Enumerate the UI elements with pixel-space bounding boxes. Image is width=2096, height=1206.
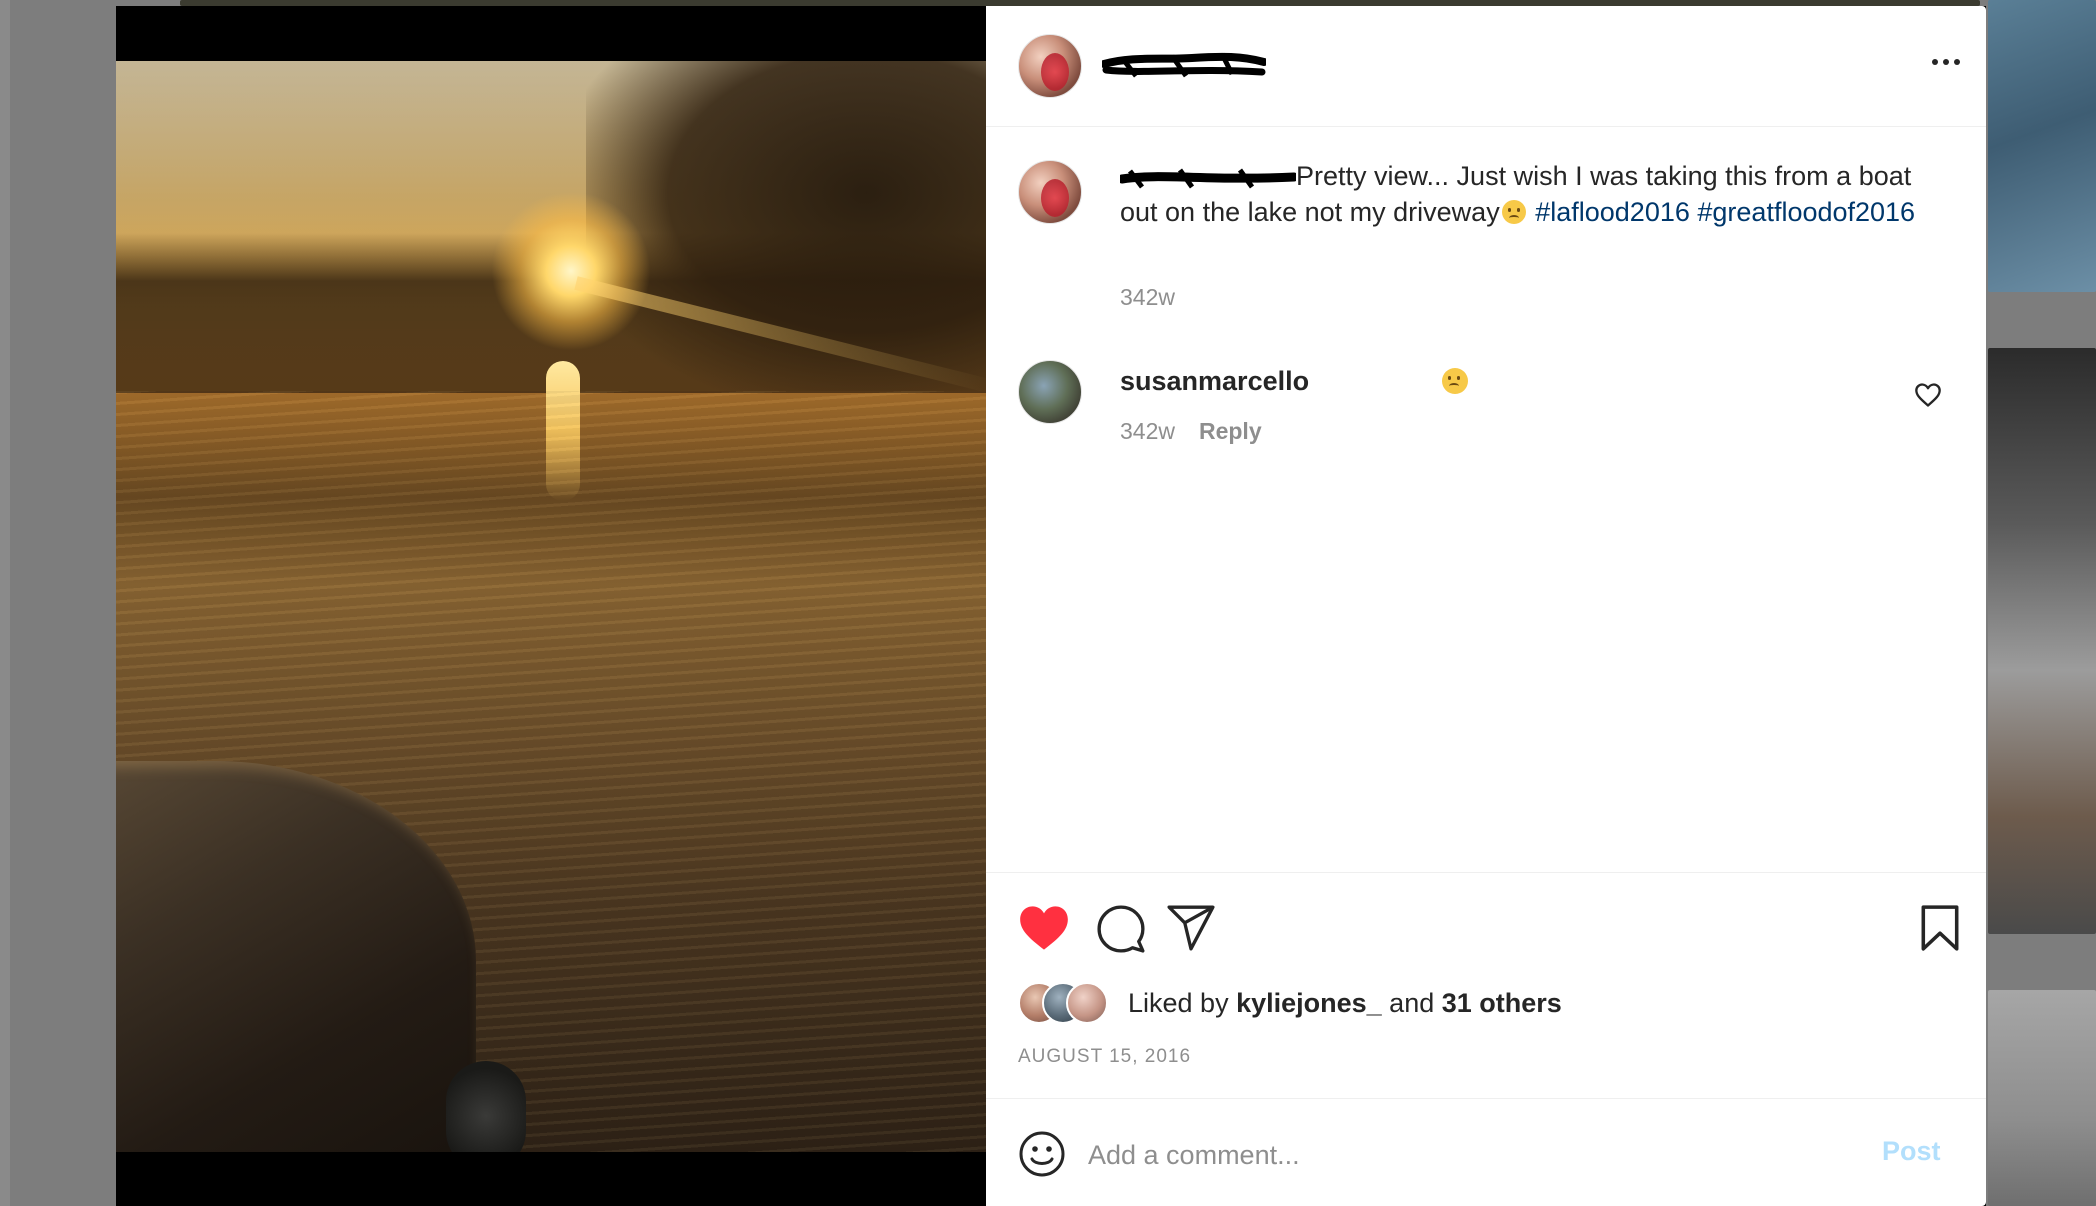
- comment-input[interactable]: [1086, 1126, 1850, 1184]
- caption-owner-avatar[interactable]: [1018, 160, 1082, 224]
- paper-plane-icon[interactable]: [1166, 904, 1216, 952]
- background-feed-tile[interactable]: [1988, 0, 2096, 292]
- post-media: [116, 6, 986, 1206]
- post-date[interactable]: AUGUST 15, 2016: [1018, 1046, 1191, 1068]
- photo-truck-mirror: [446, 1061, 526, 1152]
- hashtag-greatfloodof2016[interactable]: #greatfloodof2016: [1697, 197, 1915, 227]
- likes-others-link[interactable]: 31 others: [1442, 988, 1562, 1018]
- owner-username-redacted[interactable]: [1102, 50, 1266, 80]
- post-modal: Pretty view... Just wish I was taking th…: [116, 6, 1986, 1206]
- comment-heart-icon[interactable]: [1914, 382, 1942, 408]
- likes-prefix: Liked by: [1128, 988, 1237, 1018]
- commenter-avatar[interactable]: [1018, 360, 1082, 424]
- sad-face-emoji-icon: [1501, 200, 1526, 224]
- post-comment-button[interactable]: Post: [1882, 1136, 1941, 1167]
- bookmark-icon[interactable]: [1918, 904, 1962, 952]
- caption-timestamp[interactable]: 342w: [1120, 284, 1175, 311]
- owner-avatar[interactable]: [1018, 34, 1082, 98]
- more-options-button[interactable]: [1926, 48, 1966, 76]
- ellipsis-dot: [1954, 59, 1960, 65]
- background-feed-tile[interactable]: [1988, 990, 2096, 1206]
- background-edge: [0, 0, 10, 1206]
- ellipsis-dot: [1943, 59, 1949, 65]
- hashtag-laflood2016[interactable]: #laflood2016: [1535, 197, 1690, 227]
- first-liker-link[interactable]: kyliejones_: [1236, 988, 1382, 1018]
- likes-middle: and: [1381, 988, 1442, 1018]
- heart-filled-icon[interactable]: [1018, 904, 1070, 952]
- smiley-icon[interactable]: [1018, 1130, 1066, 1178]
- comment-bubble-icon[interactable]: [1096, 904, 1146, 954]
- post-details-panel: Pretty view... Just wish I was taking th…: [986, 6, 1986, 1206]
- photo-sun: [491, 191, 651, 351]
- actions-divider: [986, 872, 1986, 873]
- post-photo[interactable]: [116, 61, 986, 1152]
- comment-meta: 342w Reply: [1120, 418, 1262, 445]
- comment-bar-divider: [986, 1098, 1986, 1099]
- likes-summary: Liked by kyliejones_ and 31 others: [1128, 988, 1562, 1019]
- ellipsis-dot: [1932, 59, 1938, 65]
- background-feed-tile[interactable]: [1988, 348, 2096, 934]
- liker-avatar: [1066, 982, 1108, 1024]
- confused-face-emoji-icon: [1442, 368, 1468, 394]
- comment-timestamp[interactable]: 342w: [1120, 418, 1175, 445]
- liker-avatars[interactable]: [1018, 982, 1128, 1026]
- caption-username-redacted[interactable]: [1120, 167, 1296, 189]
- post-caption: Pretty view... Just wish I was taking th…: [1120, 158, 1920, 230]
- header-divider: [986, 126, 1986, 127]
- reply-button[interactable]: Reply: [1199, 418, 1262, 445]
- comment-username[interactable]: susanmarcello: [1120, 366, 1309, 397]
